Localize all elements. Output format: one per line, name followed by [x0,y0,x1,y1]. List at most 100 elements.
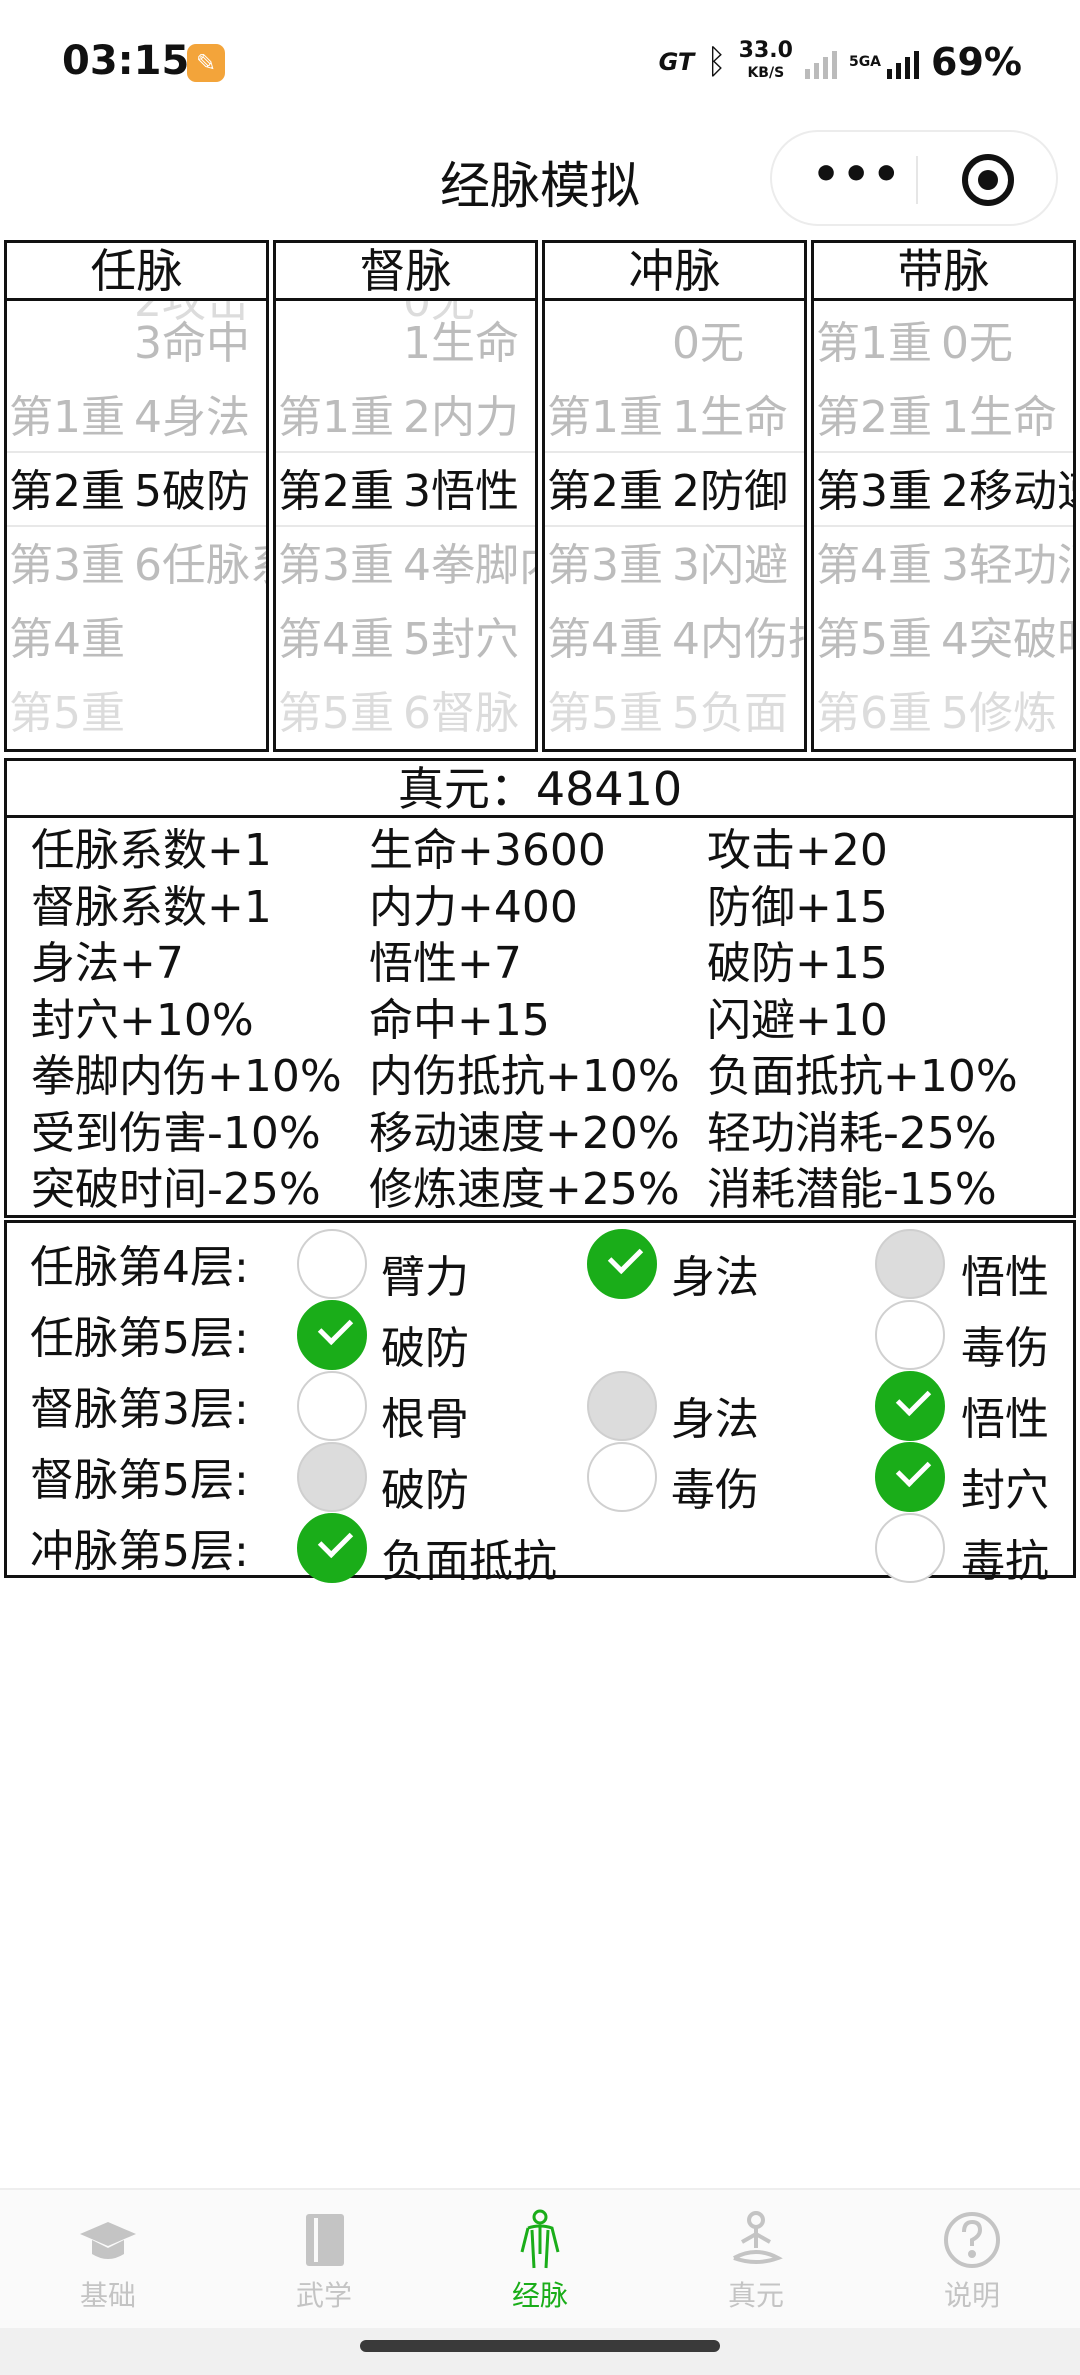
picker-option: 5修炼 [941,688,1057,739]
stat-item: 内伤抵抗+10% [369,1051,680,1102]
option-row-label: 督脉第5层: [30,1455,249,1506]
tab-3[interactable]: 经脉 [432,2190,648,2330]
radio-icon[interactable] [587,1442,657,1512]
tab-1[interactable]: 基础 [0,2190,216,2330]
picker-4[interactable]: 带脉第1重0无第2重1生命第3重2移动速度第4重3轻功消耗第5重4突破时间第6重… [811,240,1076,752]
more-button[interactable]: ••• [812,153,902,197]
picker-row[interactable]: 第6重 5修炼 [814,677,1073,749]
signal-icon [887,45,920,79]
picker-row[interactable]: 1生命 [276,307,535,381]
meridian-pickers: 任脉2攻击3命中第1重4身法第2重5破防第3重6任脉系数第4重第5重督脉0无1生… [4,240,1076,752]
option-row: 任脉第5层: 破防 毒伤 [7,1300,1073,1374]
option-row: 督脉第3层: 根骨 身法 悟性 [7,1371,1073,1445]
option-row-label: 任脉第5层: [30,1313,249,1364]
tab-5[interactable]: 说明 [864,2190,1080,2330]
picker-option: 3轻功消耗 [941,540,1073,591]
picker-option: 5负面 [672,688,788,739]
option-choice-label[interactable]: 根骨 [381,1383,469,1447]
picker-selected-row[interactable]: 第3重2移动速度 [814,455,1073,529]
picker-level: 第5重 [816,614,932,665]
tab-label: 基础 [79,2279,136,2312]
picker-row[interactable]: 第1重 4身法 [7,381,266,455]
option-choice-label[interactable]: 毒伤 [671,1454,759,1518]
radio-icon[interactable] [297,1371,367,1441]
app-badge-icon: ✎ [187,44,225,82]
option-choice-label[interactable]: 悟性 [961,1383,1049,1447]
picker-title: 督脉 [276,243,535,301]
picker-1[interactable]: 任脉2攻击3命中第1重4身法第2重5破防第3重6任脉系数第4重第5重 [4,240,269,752]
checked-radio-icon[interactable] [875,1371,945,1441]
picker-wheel[interactable]: 0无第1重1生命第2重2防御第3重3闪避第4重4内伤抵抗第5重5负面 [545,301,804,749]
picker-selected-row[interactable]: 第2重 2防御 [545,455,804,529]
radio-icon[interactable] [875,1513,945,1583]
picker-row[interactable]: 第3重 3闪避 [545,529,804,603]
checked-radio-icon[interactable] [297,1300,367,1370]
network-label: 5GA [848,54,882,70]
picker-row[interactable]: 第4重 5封穴 [276,603,535,677]
option-choice-label[interactable]: 悟性 [961,1241,1049,1305]
checked-radio-icon[interactable] [875,1442,945,1512]
picker-option: 5封穴 [403,614,519,665]
stat-grid: 任脉系数+1 生命+3600 攻击+20 督脉系数+1 内力+400 防御+15 身法+7 悟… [31,823,1071,1219]
picker-level: 第2重 [816,392,932,443]
picker-row[interactable]: 0无 [545,307,804,381]
picker-row[interactable]: 3命中 [7,307,266,381]
picker-row[interactable]: 第5重 6督脉 [276,677,535,749]
picker-row[interactable]: 第4重3轻功消耗 [814,529,1073,603]
picker-wheel[interactable]: 2攻击3命中第1重4身法第2重5破防第3重6任脉系数第4重第5重 [7,301,266,749]
stat-item: 生命+3600 [369,825,606,876]
option-choice-label[interactable]: 破防 [381,1454,469,1518]
picker-selected-row[interactable]: 第2重 3悟性 [276,455,535,529]
stats-panel: 真元：48410 任脉系数+1 生命+3600 攻击+20 督脉系数+1 内力+400 防… [4,758,1076,1218]
picker-row[interactable]: 第1重 2内力 [276,381,535,455]
tab-4[interactable]: 真元 [648,2190,864,2330]
checked-radio-icon[interactable] [297,1513,367,1583]
tab-label: 经脉 [511,2279,568,2312]
picker-selection-line [7,451,266,453]
picker-level: 第1重 [278,392,394,443]
picker-row[interactable]: 第5重 [7,677,266,749]
picker-row[interactable]: 第1重 1生命 [545,381,804,455]
option-choice-label[interactable]: 破防 [381,1312,469,1376]
picker-selected-row[interactable]: 第2重 5破防 [7,455,266,529]
stat-item: 受到伤害-10% [31,1107,321,1159]
picker-3[interactable]: 冲脉0无第1重1生命第2重2防御第3重3闪避第4重4内伤抵抗第5重5负面 [542,240,807,752]
option-choice-label[interactable]: 封穴 [961,1454,1049,1518]
radio-icon[interactable] [875,1300,945,1370]
bluetooth-icon: ᛒ [706,42,727,82]
picker-row[interactable]: 第4重 [7,603,266,677]
picker-level: 第4重 [816,540,932,591]
close-target-icon[interactable] [962,154,1014,206]
picker-row[interactable]: 第3重4拳脚内伤 [276,529,535,603]
radio-icon[interactable] [297,1229,367,1299]
option-choice-label[interactable]: 臂力 [381,1241,469,1305]
picker-wheel[interactable]: 0无1生命第1重2内力第2重3悟性第3重4拳脚内伤第4重5封穴第5重6督脉 [276,301,535,749]
option-choice-label[interactable]: 负面抵抗 [381,1525,557,1589]
picker-option: 5破防 [134,466,250,517]
picker-level: 第4重 [547,614,663,665]
radio-icon [587,1371,657,1441]
option-choice-label[interactable]: 毒抗 [961,1525,1049,1589]
option-choice-label[interactable]: 身法 [671,1241,759,1305]
option-choice-label[interactable]: 毒伤 [961,1312,1049,1376]
picker-2[interactable]: 督脉0无1生命第1重2内力第2重3悟性第3重4拳脚内伤第4重5封穴第5重6督脉 [273,240,538,752]
picker-level: 第1重 [9,392,125,443]
stat-item: 封穴+10% [31,994,254,1046]
picker-row[interactable]: 第2重 1生命 [814,381,1073,455]
title-bar: 经脉模拟 ••• [0,128,1080,228]
stat-item: 防御+15 [707,881,888,933]
checked-radio-icon[interactable] [587,1229,657,1299]
picker-row[interactable]: 第4重4内伤抵抗 [545,603,804,677]
picker-row[interactable]: 第1重 0无 [814,307,1073,381]
picker-wheel[interactable]: 第1重0无第2重1生命第3重2移动速度第4重3轻功消耗第5重4突破时间第6重5修… [814,301,1073,749]
picker-row[interactable]: 第5重4突破时间 [814,603,1073,677]
picker-row[interactable]: 第3重6任脉系数 [7,529,266,603]
tab-2[interactable]: 武学 [216,2190,432,2330]
radio-icon [875,1229,945,1299]
picker-option: 2内力 [403,392,519,443]
home-indicator[interactable] [360,2340,720,2352]
stat-item: 突破时间-25% [31,1164,321,1215]
option-choice-label[interactable]: 身法 [671,1383,759,1447]
picker-level: 第1重 [816,318,932,369]
picker-row[interactable]: 第5重 5负面 [545,677,804,749]
